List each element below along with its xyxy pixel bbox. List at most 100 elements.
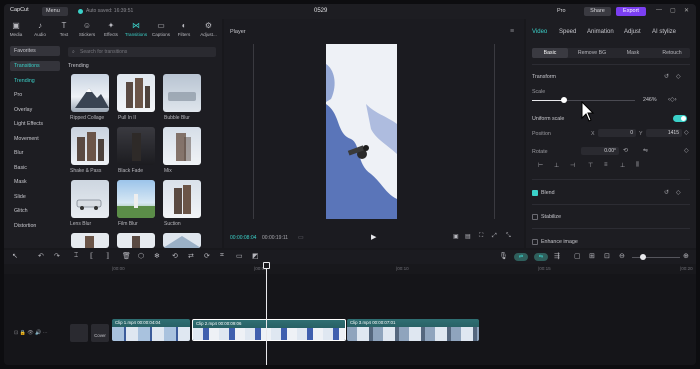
minimize-icon[interactable]: — xyxy=(656,7,662,13)
tab-video[interactable]: Video xyxy=(532,29,547,35)
scale-value[interactable]: 246% xyxy=(643,97,657,103)
category-trending[interactable]: Trending xyxy=(10,76,60,86)
playhead[interactable] xyxy=(266,262,267,365)
category-slide[interactable]: Slide xyxy=(10,192,60,202)
playhead-handle[interactable] xyxy=(263,262,270,269)
hamburger-icon[interactable]: ≡ xyxy=(510,28,514,35)
track-settings-button[interactable] xyxy=(70,324,88,342)
align-center-icon[interactable]: ⊥ xyxy=(554,162,559,169)
fullscreen-icon[interactable]: ⤢ xyxy=(492,233,497,240)
keyframe-icon[interactable]: ◇ xyxy=(676,73,681,80)
close-icon[interactable]: ✕ xyxy=(684,7,689,14)
flip-icon[interactable]: ⇋ xyxy=(643,147,648,154)
freeze-icon[interactable]: ❄ xyxy=(154,252,160,260)
cover-button[interactable]: Cover xyxy=(91,324,109,342)
align-middle-icon[interactable]: ≡ xyxy=(604,162,608,168)
magnet-toggle[interactable]: ⇆ xyxy=(534,253,548,261)
timeline-clip[interactable]: Clip 3.mp4 00:00:07:01 xyxy=(347,319,479,341)
rotate-icon[interactable]: ⟳ xyxy=(204,252,210,260)
mask-icon[interactable]: ⬡ xyxy=(138,252,144,260)
align-bottom-icon[interactable]: ⊥ xyxy=(620,162,625,169)
preview-axis-icon[interactable]: ⇶ xyxy=(554,252,560,260)
tool-text[interactable]: T Text xyxy=(54,21,74,40)
video-preview[interactable] xyxy=(326,44,397,219)
crop-icon[interactable]: ⌗ xyxy=(220,252,224,260)
stabilize-checkbox[interactable] xyxy=(532,214,538,220)
transition-thumb[interactable] xyxy=(163,233,201,248)
timeline-clip[interactable]: Clip 1.mp4 00:00:04:04 xyxy=(112,319,190,341)
track-more-icon[interactable]: ⋯ xyxy=(43,330,48,336)
tab-ai-stylize[interactable]: AI stylize xyxy=(652,29,676,35)
category-overlay[interactable]: Overlay xyxy=(10,105,60,115)
timecode-icon[interactable]: ▭ xyxy=(298,234,304,241)
keyframe-icon[interactable]: ◇ xyxy=(676,189,681,196)
category-transitions[interactable]: Transitions xyxy=(10,61,60,71)
subtab-retouch[interactable]: Retouch xyxy=(654,48,690,58)
category-light-effects[interactable]: Light Effects xyxy=(10,119,60,129)
expand-icon[interactable]: ⤡ xyxy=(506,233,511,240)
zoom-slider-handle[interactable] xyxy=(640,254,646,260)
maximize-icon[interactable]: ▢ xyxy=(670,7,676,14)
category-basic[interactable]: Basic xyxy=(10,163,60,173)
play-button[interactable]: ▶ xyxy=(371,233,376,241)
split-icon[interactable]: ⌶ xyxy=(74,252,78,260)
tool-effects[interactable]: ✦ Effects xyxy=(101,21,121,40)
keyframe-icon[interactable]: ◇ xyxy=(684,129,689,136)
category-favorites[interactable]: Favorites xyxy=(10,46,60,56)
enhance-image-label[interactable]: Enhance image xyxy=(541,239,578,245)
category-blur[interactable]: Blur xyxy=(10,148,60,158)
trim-left-icon[interactable]: ⟦ xyxy=(90,252,93,260)
category-mask[interactable]: Mask xyxy=(10,177,60,187)
transition-thumb[interactable] xyxy=(117,233,155,248)
position-y-field[interactable]: 1415 xyxy=(646,129,682,137)
fit-icon[interactable]: ⛶ xyxy=(479,233,483,240)
zoom-out-icon[interactable]: ⊖ xyxy=(619,252,625,260)
position-x-field[interactable]: 0 xyxy=(598,129,636,137)
remove-bg-icon[interactable]: ◩ xyxy=(252,252,259,260)
track-visibility-icon[interactable]: 👁 xyxy=(27,330,33,336)
enhance-checkbox[interactable] xyxy=(532,239,538,245)
mirror-icon[interactable]: ⇄ xyxy=(188,252,194,260)
tab-speed[interactable]: Speed xyxy=(559,29,576,35)
keyframe-nav-icon[interactable]: ‹◇› xyxy=(668,96,677,103)
ratio-icon[interactable]: ▤ xyxy=(465,233,471,240)
tool-stickers[interactable]: ☺ Stickers xyxy=(77,21,97,40)
tool-filters[interactable]: ◐ Filters xyxy=(174,21,194,40)
timeline-clip-selected[interactable]: Clip 2.mp4 00:00:09:06 xyxy=(192,319,346,341)
keyframe-icon[interactable]: ◇ xyxy=(684,147,689,154)
export-button[interactable]: Export xyxy=(616,7,646,16)
rotate-field[interactable]: 0.00° xyxy=(581,147,619,155)
tool-captions[interactable]: ▭ Captions xyxy=(150,21,172,40)
category-pro[interactable]: Pro xyxy=(10,90,60,100)
reset-icon[interactable]: ↺ xyxy=(664,189,669,196)
category-glitch[interactable]: Glitch xyxy=(10,206,60,216)
align-left-icon[interactable]: ⊢ xyxy=(538,162,543,169)
redo-icon[interactable]: ↷ xyxy=(54,252,60,260)
scale-slider-handle[interactable] xyxy=(561,97,567,103)
transition-thumb[interactable] xyxy=(117,74,155,112)
track-lock-icon[interactable]: ⊡ xyxy=(14,330,18,336)
zoom-in-icon[interactable]: ⊕ xyxy=(683,252,689,260)
stabilize-label[interactable]: Stabilize xyxy=(541,214,561,220)
microphone-icon[interactable]: 🎙 xyxy=(499,252,508,260)
fit-icon[interactable]: ▭ xyxy=(236,252,243,260)
distribute-icon[interactable]: ⫼ xyxy=(636,162,639,169)
transition-thumb[interactable] xyxy=(117,127,155,165)
zoom-fit-icon[interactable]: ⊡ xyxy=(604,252,610,260)
transition-thumb[interactable] xyxy=(117,180,155,218)
tool-audio[interactable]: ♪ Audio xyxy=(30,21,50,40)
snapshot-icon[interactable]: ▢ xyxy=(574,252,581,260)
transition-thumb[interactable] xyxy=(71,233,109,248)
align-right-icon[interactable]: ⊣ xyxy=(570,162,575,169)
transition-thumb[interactable] xyxy=(163,74,201,112)
pro-badge[interactable]: Pro xyxy=(557,8,566,14)
transition-thumb[interactable] xyxy=(71,127,109,165)
undo-icon[interactable]: ↶ xyxy=(38,252,44,260)
transition-thumb[interactable] xyxy=(71,74,109,112)
track-lock-icon[interactable]: 🔒 xyxy=(20,330,26,336)
select-tool-icon[interactable]: ↖ xyxy=(12,252,18,260)
menu-button[interactable]: Menu xyxy=(42,7,68,16)
category-movement[interactable]: Movement xyxy=(10,134,60,144)
share-button[interactable]: Share xyxy=(584,7,611,16)
tool-adjustment[interactable]: ⚙ Adjust... xyxy=(197,21,220,40)
